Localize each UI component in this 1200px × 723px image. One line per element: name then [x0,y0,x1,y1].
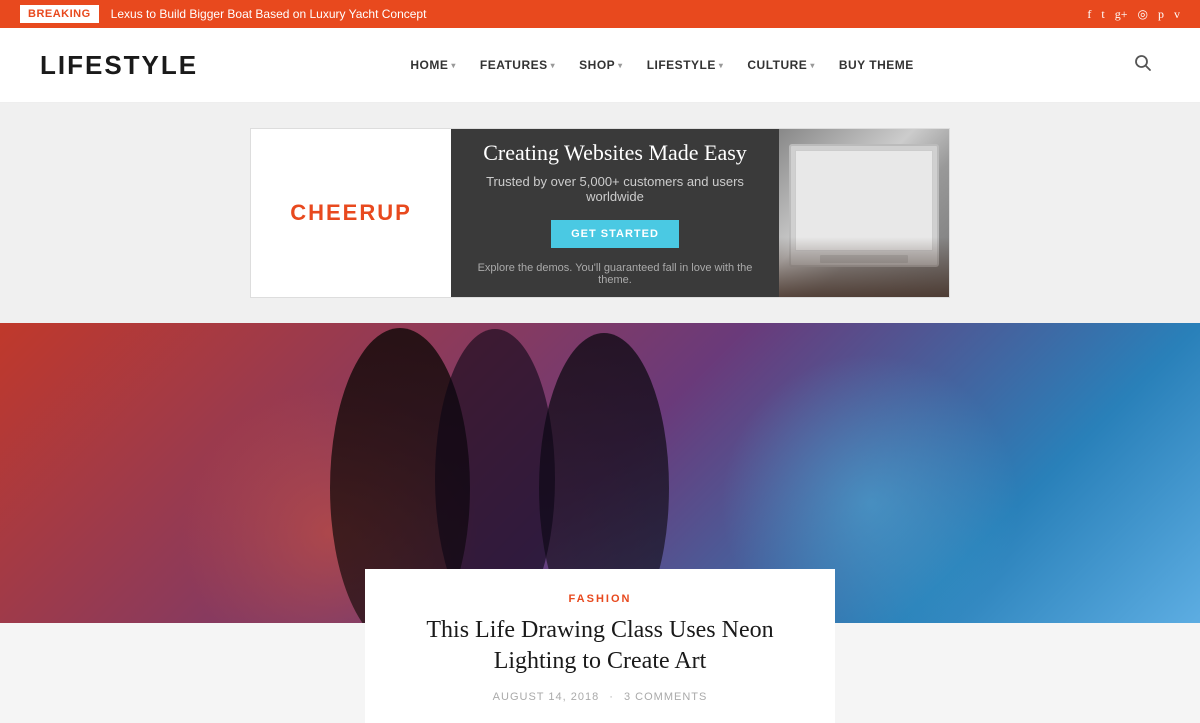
ad-title: Creating Websites Made Easy [483,140,747,166]
article-comments[interactable]: 3 COMMENTS [624,691,707,703]
nav-home[interactable]: HOME ▾ [400,50,466,80]
chevron-down-icon: ▾ [551,61,556,70]
pinterest-icon[interactable]: p [1158,7,1164,22]
ad-content: Creating Websites Made Easy Trusted by o… [451,129,779,297]
nav-features[interactable]: FEATURES ▾ [470,50,565,80]
social-icons: f t g+ ◎ p v [1087,7,1180,22]
laptop-screen [795,150,933,251]
twitter-icon[interactable]: t [1101,7,1104,22]
article-card: FASHION This Life Drawing Class Uses Neo… [365,569,835,723]
breaking-label: BREAKING [20,5,99,23]
article-section: FASHION This Life Drawing Class Uses Neo… [0,323,1200,623]
cheerup-logo-c: C [290,200,308,225]
ad-note: Explore the demos. You'll guaranteed fal… [471,262,759,286]
chevron-down-icon: ▾ [618,61,623,70]
chevron-down-icon: ▾ [719,61,724,70]
article-meta: AUGUST 14, 2018 · 3 COMMENTS [395,691,805,703]
article-category[interactable]: FASHION [395,593,805,605]
nav-lifestyle[interactable]: LIFESTYLE ▾ [637,50,734,80]
search-button[interactable] [1126,46,1160,85]
ad-subtitle: Trusted by over 5,000+ customers and use… [471,174,759,204]
article-title[interactable]: This Life Drawing Class Uses Neon Lighti… [395,615,805,677]
nav-shop[interactable]: SHOP ▾ [569,50,633,80]
vimeo-icon[interactable]: v [1174,7,1180,22]
facebook-icon[interactable]: f [1087,7,1091,22]
googleplus-icon[interactable]: g+ [1115,7,1128,22]
ad-get-started-button[interactable]: GET STARTED [551,220,679,248]
nav-culture[interactable]: CULTURE ▾ [737,50,824,80]
ad-section: CHEERUP Creating Websites Made Easy Trus… [0,103,1200,323]
instagram-icon[interactable]: ◎ [1138,7,1148,22]
cheerup-logo: CHEERUP [290,200,412,226]
hand-overlay [779,237,949,297]
header: LIFESTYLE HOME ▾ FEATURES ▾ SHOP ▾ LIFES… [0,28,1200,103]
ad-banner: CHEERUP Creating Websites Made Easy Trus… [250,128,950,298]
meta-separator: · [609,691,614,703]
breaking-bar: BREAKING Lexus to Build Bigger Boat Base… [0,0,1200,28]
article-date: AUGUST 14, 2018 [493,691,600,703]
chevron-down-icon: ▾ [451,61,456,70]
ad-image-panel [779,129,949,297]
chevron-down-icon: ▾ [810,61,815,70]
ad-laptop-image [779,129,949,297]
main-nav: HOME ▾ FEATURES ▾ SHOP ▾ LIFESTYLE ▾ CUL… [400,50,923,80]
site-logo[interactable]: LIFESTYLE [40,50,198,81]
breaking-news-text[interactable]: Lexus to Build Bigger Boat Based on Luxu… [111,7,1088,21]
ad-logo-panel: CHEERUP [251,129,451,297]
nav-buy-theme[interactable]: BUY THEME [829,50,924,80]
